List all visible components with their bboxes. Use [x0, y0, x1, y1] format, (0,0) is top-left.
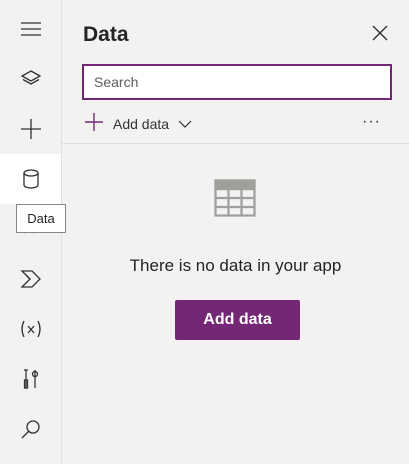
add-data-command-label: Add data [113, 116, 170, 132]
panel-title: Data [83, 23, 129, 46]
database-icon [22, 169, 40, 189]
more-options-button[interactable]: ··· [362, 113, 381, 131]
close-button[interactable] [369, 24, 391, 46]
hamburger-menu-button[interactable] [0, 4, 61, 54]
close-icon [372, 25, 388, 46]
hamburger-menu-icon [20, 22, 41, 36]
advanced-tools-icon [22, 368, 40, 390]
data-panel: Data Add data ··· There is no data in yo… [62, 0, 409, 464]
search-icon [20, 418, 42, 440]
layers-icon [20, 68, 42, 90]
plus-icon [20, 118, 42, 140]
power-automate-icon [19, 269, 42, 289]
add-data-command[interactable]: Add data [84, 112, 192, 136]
panel-toolbar: Add data ··· [84, 112, 394, 136]
search-button[interactable] [0, 404, 61, 454]
plus-icon [84, 112, 104, 137]
tree-view-button[interactable] [0, 54, 61, 104]
variables-button[interactable] [0, 304, 61, 354]
toolbar-divider [62, 143, 409, 144]
power-automate-button[interactable] [0, 254, 61, 304]
data-button[interactable] [0, 154, 61, 204]
advanced-tools-button[interactable] [0, 354, 61, 404]
add-data-button[interactable]: Add data [175, 300, 300, 340]
empty-state-message: There is no data in your app [129, 256, 342, 275]
variables-icon [19, 319, 43, 339]
search-input[interactable] [82, 64, 392, 100]
insert-button[interactable] [0, 104, 61, 154]
table-icon [214, 179, 256, 222]
data-tooltip: Data [16, 204, 66, 233]
chevron-down-icon [178, 115, 192, 133]
